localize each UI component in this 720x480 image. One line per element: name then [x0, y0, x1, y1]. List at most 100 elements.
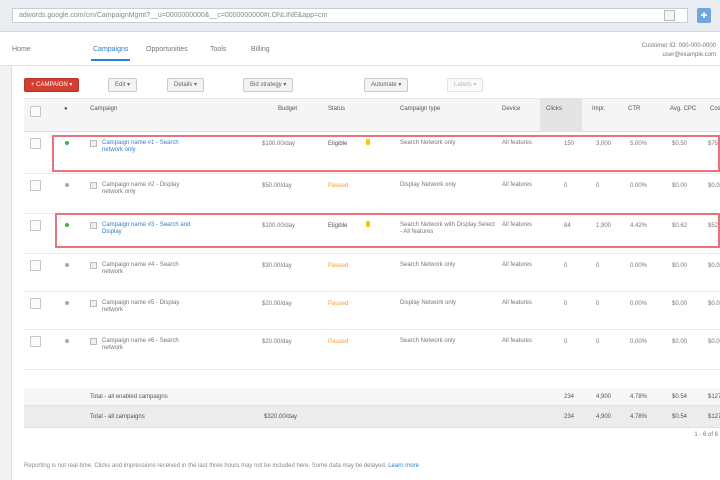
impressions-value: 1,900	[596, 223, 612, 229]
tab-tools[interactable]: Tools	[210, 46, 226, 53]
footer-note: Reporting is not real-time. Clicks and i…	[24, 462, 720, 471]
edit-button[interactable]: Edit ▾	[108, 78, 138, 92]
automate-button[interactable]: Automate ▾	[364, 78, 409, 92]
campaign-type-value: Search Network only	[400, 338, 456, 344]
status-value[interactable]: Paused	[328, 338, 348, 346]
campaign-name-link[interactable]: Campaign name #3 - Search and Display	[102, 222, 197, 236]
total-all-impr: 4,900	[596, 414, 612, 420]
footer-learn-more-link[interactable]: Learn more	[388, 463, 419, 469]
col-clicks[interactable]: Clicks	[546, 105, 562, 113]
tab-campaigns[interactable]: Campaigns	[90, 46, 131, 61]
col-status[interactable]: Status	[328, 105, 345, 113]
status-value[interactable]: Eligible	[328, 140, 347, 148]
status-dot-icon[interactable]	[65, 339, 69, 343]
labels-button[interactable]: Labels ▾	[447, 78, 484, 92]
cost-value: $0.00	[708, 263, 720, 269]
status-dot-icon[interactable]	[65, 183, 69, 187]
status-dot-icon[interactable]	[65, 223, 69, 227]
tab-home[interactable]: Home	[12, 46, 31, 53]
select-all-checkbox[interactable]	[30, 106, 41, 117]
col-campaign[interactable]: Campaign	[90, 105, 117, 113]
device-value: All features	[502, 222, 533, 228]
row-checkbox[interactable]	[30, 260, 41, 271]
table-row[interactable]: Campaign name #6 - Search network $20.00/…	[24, 330, 720, 370]
budget-value[interactable]: $100.00/day	[262, 222, 295, 230]
budget-value[interactable]: $30.00/day	[262, 262, 292, 270]
total-label: Total - all enabled campaigns	[90, 394, 168, 400]
budget-value[interactable]: $100.00/day	[262, 140, 295, 148]
campaign-type-value: Search Network only	[400, 140, 456, 146]
status-dot-icon[interactable]	[65, 141, 69, 145]
total-all-cost: $127.08	[708, 414, 720, 420]
avg-cpc-value: $0.00	[672, 263, 688, 269]
tab-billing[interactable]: Billing	[251, 46, 270, 53]
bookmark-star-icon[interactable]	[664, 10, 675, 21]
account-email: user@example.com	[662, 52, 716, 58]
top-navigation: Home Campaigns Opportunities Tools Billi…	[0, 32, 720, 66]
campaign-type-value: Search Network with Display Select - All…	[400, 222, 495, 235]
table-row[interactable]: Campaign name #1 - Search network only $1…	[24, 132, 720, 174]
status-value[interactable]: Paused	[328, 262, 348, 270]
ctr-value: 0.00%	[630, 263, 648, 269]
new-campaign-button[interactable]: + CAMPAIGN ▾	[24, 78, 80, 92]
col-budget[interactable]: Budget	[278, 105, 297, 113]
row-checkbox[interactable]	[30, 220, 41, 231]
table-row[interactable]: Campaign name #2 - Display network only $…	[24, 174, 720, 214]
total-all-label: Total - all campaigns	[90, 414, 145, 420]
col-status-dot[interactable]: ●	[64, 105, 68, 113]
campaign-type-value: Search Network only	[400, 262, 456, 268]
campaign-type-icon	[90, 300, 97, 307]
campaign-type-icon	[90, 182, 97, 189]
row-checkbox[interactable]	[30, 336, 41, 347]
puzzle-icon[interactable]: ✚	[697, 8, 711, 23]
table-row[interactable]: Campaign name #5 - Display network $20.00…	[24, 292, 720, 330]
alert-icon[interactable]	[366, 221, 370, 227]
campaign-name-link[interactable]: Campaign name #6 - Search network	[102, 338, 197, 352]
row-checkbox[interactable]	[30, 138, 41, 149]
avg-cpc-value: $0.00	[672, 339, 688, 345]
col-cost[interactable]: Cost	[710, 105, 720, 113]
total-row-filtered: Total - all enabled campaigns 234 4,900 …	[24, 388, 720, 406]
total-all-ctr: 4.78%	[630, 414, 648, 420]
account-info[interactable]: Customer ID: 000-000-0000 user@example.c…	[642, 42, 716, 60]
avg-cpc-value: $0.62	[672, 223, 688, 229]
address-bar[interactable]: adwords.google.com/cm/CampaignMgmt?__u=0…	[12, 8, 688, 23]
budget-value[interactable]: $20.00/day	[262, 338, 292, 346]
row-checkbox[interactable]	[30, 298, 41, 309]
status-value[interactable]: Eligible	[328, 222, 347, 230]
collapsed-sidebar[interactable]	[0, 66, 12, 480]
status-value[interactable]: Paused	[328, 182, 348, 190]
avg-cpc-value: $0.50	[672, 141, 688, 147]
impressions-value: 0	[596, 183, 600, 189]
budget-value[interactable]: $20.00/day	[262, 300, 292, 308]
row-checkbox[interactable]	[30, 180, 41, 191]
table-row[interactable]: Campaign name #3 - Search and Display $10…	[24, 214, 720, 254]
bid-strategy-button[interactable]: Bid strategy ▾	[243, 78, 294, 92]
status-dot-icon[interactable]	[65, 301, 69, 305]
col-campaign-type[interactable]: Campaign type	[400, 105, 440, 113]
campaign-name-link[interactable]: Campaign name #1 - Search network only	[102, 140, 197, 154]
col-impressions[interactable]: Impr.	[592, 105, 605, 113]
pagination-info[interactable]: 1 - 6 of 6	[694, 432, 718, 438]
col-avg-cpc[interactable]: Avg. CPC	[670, 105, 696, 113]
campaign-name-link[interactable]: Campaign name #2 - Display network only	[102, 182, 197, 196]
alert-icon[interactable]	[366, 139, 370, 145]
status-dot-icon[interactable]	[65, 263, 69, 267]
col-ctr[interactable]: CTR	[628, 105, 640, 113]
cost-value: $75.00	[708, 141, 720, 147]
campaign-type-value: Display Network only	[400, 182, 457, 188]
campaign-name-link[interactable]: Campaign name #4 - Search network	[102, 262, 197, 276]
status-value[interactable]: Paused	[328, 300, 348, 308]
details-button[interactable]: Details ▾	[167, 78, 205, 92]
device-value: All features	[502, 262, 533, 268]
total-impr: 4,900	[596, 394, 612, 400]
device-value: All features	[502, 182, 533, 188]
customer-id: Customer ID: 000-000-0000	[641, 43, 716, 49]
clicks-value: 0	[564, 183, 568, 189]
tab-opportunities[interactable]: Opportunities	[146, 46, 188, 53]
cost-value: $0.00	[708, 183, 720, 189]
table-row[interactable]: Campaign name #4 - Search network $30.00/…	[24, 254, 720, 292]
campaign-name-link[interactable]: Campaign name #5 - Display network	[102, 300, 197, 314]
budget-value[interactable]: $50.00/day	[262, 182, 292, 190]
col-device[interactable]: Device	[502, 105, 520, 113]
